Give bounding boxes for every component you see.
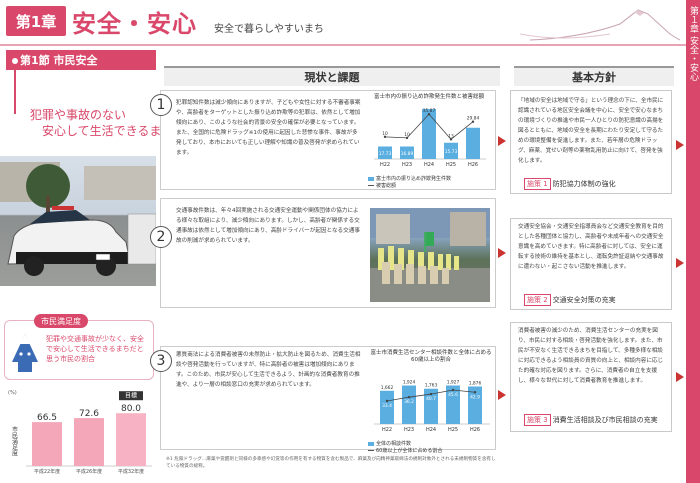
arrow-icon <box>676 258 684 268</box>
consumer-pct-label: 36.2 <box>404 399 414 405</box>
fraud-bar-label: 17.73 <box>379 151 392 157</box>
basic-policy-header: 基本方針 <box>514 66 674 86</box>
fraud-legend-2: 被害総額 <box>368 182 490 189</box>
consumer-pct-label: 40.7 <box>426 396 436 402</box>
fraud-category: H25 <box>446 162 456 168</box>
item-number-1: 1 <box>150 94 172 116</box>
chapter-subtitle: 安全で暮らしやすいまち <box>214 24 324 35</box>
satisfaction-ylabel: 市民満足度 <box>11 425 18 457</box>
fraud-bar <box>466 127 480 159</box>
chapter-badge: 第1章 <box>6 6 66 36</box>
satisfaction-bar <box>74 418 104 466</box>
fraud-bar-label: 16.89 <box>401 151 414 157</box>
consumer-bar-label: 1,924 <box>403 380 416 386</box>
consumer-bar-label: 1,927 <box>447 379 460 385</box>
consumer-category: H25 <box>448 427 458 433</box>
satisfaction-category: 平成26年度 <box>76 468 102 475</box>
consumer-legend-2: 60歳以上が全体に占める割合 <box>368 447 494 454</box>
consumer-bar-label: 1,763 <box>425 383 438 389</box>
consumer-legend-1: 全体の相談件数 <box>368 440 494 447</box>
satisfaction-tag: 市民満足度 <box>34 314 88 328</box>
fraud-category: H22 <box>380 162 390 168</box>
satisfaction-value: 72.6 <box>79 409 99 419</box>
issue-text-3: 悪質商法による消費者被害の未然防止・拡大防止を図るため、消費生活相談や啓発活動を… <box>176 352 361 388</box>
policy-measure-2: 施策 2 交通安全対策の充実 <box>524 294 616 306</box>
satisfaction-value: 66.5 <box>37 413 57 423</box>
fraud-point <box>449 138 453 141</box>
fraud-bar-label: 15.73 <box>445 149 458 155</box>
section-line <box>14 70 16 114</box>
policy-text-1: 「地域の安全は地域で守る」という理念の下に、全市民に認識されている地区安全会議を… <box>518 98 664 164</box>
chapter-title: 安全・安心 <box>72 10 197 38</box>
satisfaction-chart: (%) 市民満足度 66.5 平成22年度 72.6 平成26年度 80.0 平成32年度… <box>8 390 152 475</box>
consumer-chart: 富士市消費生活センター相談件数と全体に占める60歳以上の割合 1,662 33.4… <box>368 350 494 454</box>
policy-measure-3: 施策 3 消費生活相談及び市民相談の充実 <box>524 414 658 426</box>
arrow-icon <box>676 372 684 382</box>
satisfaction-value: 80.0 <box>121 404 141 414</box>
policy-measure-1: 施策 1 防犯協力体制の強化 <box>524 178 616 190</box>
issue-text-1: 犯罪認知件数は減少傾向にありますが、子どもや女性に対する不審者事案や、高齢者をタ… <box>176 100 361 156</box>
current-issues-header: 現状と課題 <box>164 66 500 86</box>
fraud-legend-1: 富士市内の振り込め詐欺発生件数 <box>368 175 490 182</box>
header-divider <box>0 44 686 46</box>
satisfaction-category: 平成32年度 <box>118 468 144 475</box>
consumer-point <box>473 391 477 394</box>
fraud-category: H24 <box>424 162 434 168</box>
police-car-photo <box>0 156 156 286</box>
fraud-category: H26 <box>468 162 478 168</box>
consumer-category: H26 <box>470 427 480 433</box>
consumer-category: H23 <box>404 427 414 433</box>
section-dot-icon <box>12 58 18 64</box>
footnote: ※1 危険ドラッグ…麻薬や覚醒剤と同様の多幸感や幻覚等の作用を有する物質を含む製… <box>166 457 496 469</box>
fraud-chart-plot: 17.7310H2216.8910H2335.87H2415.7313H2529… <box>374 108 486 168</box>
traffic-safety-campaign-photo <box>370 208 490 302</box>
consumer-point <box>429 392 433 396</box>
fraud-point <box>471 120 475 123</box>
side-tab-label: 第１章 安全・安心 <box>688 6 698 81</box>
consumer-pct-label: 33.4 <box>382 403 392 409</box>
consumer-bar-label: 1,876 <box>469 380 482 386</box>
consumer-point <box>451 388 455 392</box>
fraud-point <box>383 135 387 139</box>
satisfaction-bar <box>116 413 146 466</box>
consumer-point <box>407 395 411 399</box>
fraud-point <box>405 136 409 140</box>
satisfaction-description: 犯罪や交通事故が少なく、安全で安心して生活できるまちだと思う市民の割合 <box>46 335 144 363</box>
item-number-2: 2 <box>150 226 172 248</box>
consumer-pct-label: 42.9 <box>470 394 480 400</box>
satisfaction-bar <box>32 422 62 466</box>
consumer-chart-plot: 1,662 33.4 H22 1,924 36.2 H23 1,763 40.7 H24 1,92… <box>374 379 490 433</box>
arrow-icon <box>676 140 684 150</box>
satisfaction-category: 平成22年度 <box>34 468 60 475</box>
arrow-icon <box>498 390 506 400</box>
consumer-category: H24 <box>426 427 436 433</box>
arrow-icon <box>498 136 506 146</box>
fraud-chart: 富士市内の振り込め詐欺発生件数と被害総額 17.73 10 H22 16.89 10 H2… <box>368 94 490 189</box>
slogan-line-1: 犯罪や事故のない <box>30 108 127 122</box>
mascot-icon <box>12 334 38 372</box>
consumer-pct-label: 45.6 <box>448 392 458 398</box>
consumer-chart-title: 富士市消費生活センター相談件数と全体に占める60歳以上の割合 <box>370 350 492 363</box>
issue-text-2: 交通事故件数は、年々4回実施される交通安全運動や関係団体の協力による様々な取組に… <box>176 208 360 244</box>
section-title: 第1節 市民安全 <box>6 50 156 70</box>
slogan-line-2: 安心して生活できるまち <box>42 124 174 138</box>
target-label: 目標 <box>125 392 137 400</box>
policy-text-3: 消費者被害の減少のため、消費生活センターの充実を図り、市民に対する相談・啓発活動… <box>518 328 664 384</box>
fraud-chart-title: 富士市内の振り込め詐欺発生件数と被害総額 <box>373 94 484 100</box>
arrow-icon <box>498 248 506 258</box>
fraud-bar <box>422 109 436 159</box>
police-car-illustration <box>0 162 156 276</box>
fraud-category: H23 <box>402 162 412 168</box>
consumer-category: H22 <box>382 427 392 433</box>
fraud-point <box>427 112 431 116</box>
campaign-crowd-illustration <box>370 208 490 302</box>
consumer-bar-label: 1,662 <box>381 385 394 391</box>
satisfaction-unit: (%) <box>8 390 17 396</box>
mount-fuji-illustration <box>520 9 680 41</box>
policy-text-2: 交通安全協会・交通安全指導員会など交通安全教育を目的とした各種団体と協力し、高齢… <box>518 224 664 270</box>
item-number-3: 3 <box>150 350 172 372</box>
consumer-point <box>385 399 389 403</box>
